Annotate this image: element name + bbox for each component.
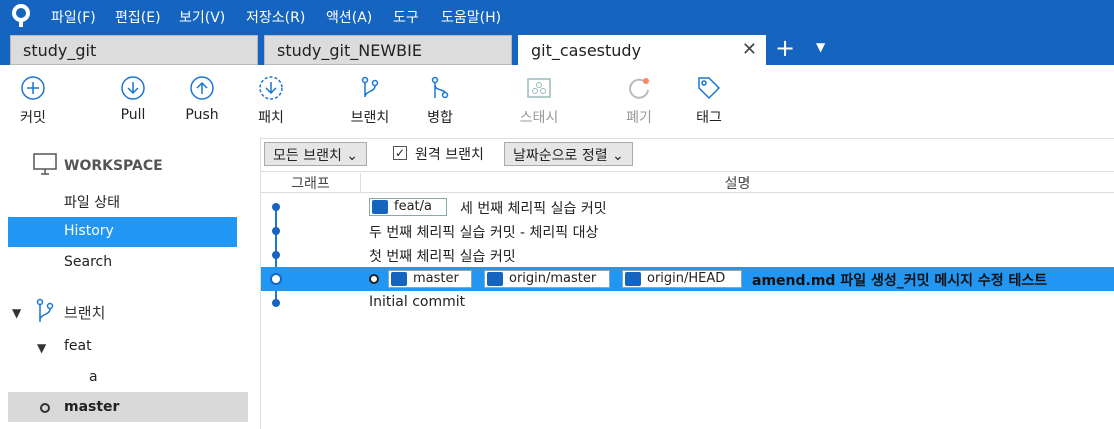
- discard-label: 폐기: [626, 110, 652, 126]
- menu-file[interactable]: 파일(F): [51, 7, 96, 27]
- sidebar-item-search[interactable]: Search: [8, 248, 237, 278]
- merge-icon: [431, 76, 449, 99]
- commit-row[interactable]: Initial commit: [261, 291, 1114, 315]
- branch-tag-origin-master[interactable]: origin/master: [484, 270, 610, 288]
- branch-icon: [361, 76, 379, 98]
- tab-label: git_casestudy: [531, 41, 642, 60]
- commit-row[interactable]: 첫 번째 체리픽 실습 커밋: [261, 243, 1114, 267]
- commit-node: [272, 227, 280, 235]
- branch-master-label: master: [64, 399, 120, 415]
- arrow-down-circle-icon: [121, 76, 145, 100]
- patch-button[interactable]: 패치: [241, 75, 301, 127]
- chevron-down-icon[interactable]: ▼: [37, 341, 46, 355]
- plus-circle-icon: [21, 76, 45, 100]
- branch-label: 브랜치: [350, 110, 390, 126]
- menu-help[interactable]: 도움말(H): [441, 7, 501, 27]
- menu-actions[interactable]: 액션(A): [326, 7, 372, 27]
- branch-icon: [625, 272, 641, 286]
- chevron-down-icon[interactable]: ▼: [12, 306, 21, 320]
- commit-node: [272, 299, 280, 307]
- branch-tag-master[interactable]: master: [388, 270, 472, 288]
- sourcetree-logo-icon: [12, 4, 30, 27]
- branches-heading[interactable]: 브랜치: [64, 302, 105, 323]
- tag-button[interactable]: 태그: [679, 75, 739, 127]
- sidebar-item-file-status[interactable]: 파일 상태: [8, 186, 237, 216]
- commit-row[interactable]: feat/a 세 번째 체리픽 실습 커밋: [261, 195, 1114, 219]
- menu-bar: 파일(F) 편집(E) 보기(V) 저장소(R) 액션(A) 도구 도움말(H): [0, 0, 1114, 32]
- arrow-up-circle-icon: [190, 76, 214, 100]
- head-indicator-icon: [369, 274, 379, 284]
- tag-label: 태그: [696, 110, 722, 126]
- menu-edit[interactable]: 편집(E): [115, 7, 161, 27]
- stash-icon: [527, 78, 551, 98]
- commit-message: 첫 번째 체리픽 실습 커밋: [369, 249, 516, 265]
- tab-menu-chevron-icon[interactable]: ▼: [816, 40, 825, 54]
- commit-message: 두 번째 체리픽 실습 커밋 - 체리픽 대상: [369, 225, 599, 241]
- head-commit-node: [270, 273, 282, 285]
- commit-row[interactable]: 두 번째 체리픽 실습 커밋 - 체리픽 대상: [261, 219, 1114, 243]
- pull-label: Pull: [120, 107, 146, 123]
- tag-label: feat/a: [394, 199, 432, 214]
- commit-label: 커밋: [20, 110, 46, 126]
- branch-feat-a[interactable]: a: [89, 369, 98, 385]
- discard-icon: [629, 78, 649, 99]
- menu-repository[interactable]: 저장소(R): [246, 7, 305, 27]
- close-icon[interactable]: ✕: [742, 39, 757, 60]
- pull-button[interactable]: Pull: [103, 75, 163, 123]
- workspace-heading: WORKSPACE: [64, 158, 163, 174]
- commit-message: Initial commit: [369, 294, 466, 310]
- sort-dropdown[interactable]: 날짜순으로 정렬 ⌄: [504, 142, 633, 166]
- push-button[interactable]: Push: [172, 75, 232, 123]
- tag-label: origin/master: [509, 271, 597, 286]
- tab-study-git-newbie[interactable]: study_git_NEWBIE: [264, 35, 512, 65]
- merge-label: 병합: [427, 110, 453, 126]
- branch-icon: [391, 272, 407, 286]
- toolbar: 커밋 Pull Push 패치 브랜치 병합 스태시 폐기 태그: [0, 65, 1114, 139]
- column-header: 그래프 설명: [261, 171, 1114, 193]
- commit-row-selected[interactable]: master origin/master origin/HEAD amend.m…: [261, 267, 1114, 291]
- graph-column-header[interactable]: 그래프: [261, 173, 361, 193]
- new-tab-icon[interactable]: +: [775, 34, 795, 62]
- branch-folder-feat[interactable]: feat: [64, 338, 92, 354]
- tag-label: origin/HEAD: [647, 271, 726, 286]
- filter-bar: 모든 브랜치 ⌄ ✓ 원격 브랜치 날짜순으로 정렬 ⌄: [261, 138, 1114, 170]
- patch-icon: [259, 76, 283, 100]
- commit-button[interactable]: 커밋: [3, 75, 63, 127]
- commit-node: [272, 251, 280, 259]
- menu-view[interactable]: 보기(V): [179, 7, 225, 27]
- tab-study-git[interactable]: study_git: [10, 35, 258, 65]
- remote-branches-checkbox[interactable]: ✓: [393, 146, 407, 160]
- remote-branches-label: 원격 브랜치: [415, 147, 484, 163]
- tab-git-casestudy[interactable]: git_casestudy ✕: [518, 35, 766, 65]
- branch-icon: [372, 200, 388, 214]
- branch-tag-origin-head[interactable]: origin/HEAD: [622, 270, 742, 288]
- branch-filter-dropdown[interactable]: 모든 브랜치 ⌄: [264, 142, 368, 166]
- tag-label: master: [413, 271, 459, 286]
- current-branch-icon: [40, 403, 50, 413]
- menu-tools[interactable]: 도구: [393, 7, 419, 27]
- branch-button[interactable]: 브랜치: [340, 75, 400, 127]
- branch-master-row[interactable]: master: [8, 392, 248, 422]
- monitor-icon: [33, 153, 57, 175]
- merge-button[interactable]: 병합: [410, 75, 470, 127]
- commit-node: [272, 203, 280, 211]
- description-column-header[interactable]: 설명: [361, 173, 1114, 193]
- stash-label: 스태시: [519, 110, 559, 126]
- commit-message: 세 번째 체리픽 실습 커밋: [460, 201, 607, 217]
- sidebar: WORKSPACE 파일 상태 History Search ▼ 브랜치 ▼ f…: [0, 138, 261, 429]
- branch-icon: [487, 272, 503, 286]
- branch-icon: [36, 298, 54, 322]
- branch-tag-feat-a[interactable]: feat/a: [369, 198, 447, 216]
- sidebar-item-history[interactable]: History: [8, 217, 237, 247]
- patch-label: 패치: [258, 110, 284, 126]
- tab-bar: study_git study_git_NEWBIE git_casestudy…: [0, 32, 1114, 65]
- push-label: Push: [185, 107, 219, 123]
- tag-icon: [698, 77, 721, 100]
- history-panel: 모든 브랜치 ⌄ ✓ 원격 브랜치 날짜순으로 정렬 ⌄ 그래프 설명 feat…: [261, 138, 1114, 429]
- stash-button[interactable]: 스태시: [509, 75, 569, 127]
- commit-message: amend.md 파일 생성_커밋 메시지 수정 테스트: [752, 273, 1048, 289]
- discard-button[interactable]: 폐기: [609, 75, 669, 127]
